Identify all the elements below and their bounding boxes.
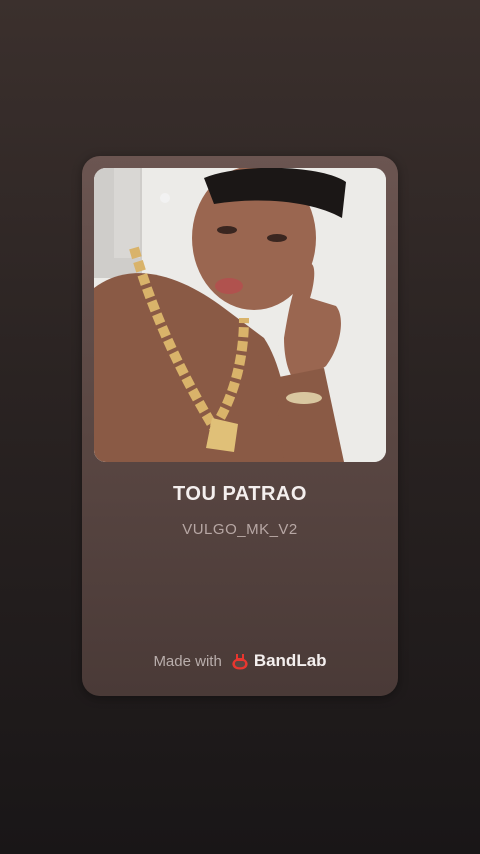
made-with-bandlab[interactable]: Made with BandLab [82, 651, 398, 671]
bandlab-brand-name: BandLab [253, 651, 327, 670]
cover-artwork [94, 168, 386, 462]
artist-name[interactable]: VULGO_MK_V2 [82, 521, 398, 538]
track-title: TOU PATRAO [173, 483, 307, 505]
bandlab-logo-icon [232, 654, 248, 670]
track-card[interactable]: TOU PATRAO VULGO_MK_V2 Made with BandLab [82, 156, 398, 696]
cover-artwork-photo [94, 168, 386, 462]
bandlab-brand[interactable]: BandLab [230, 651, 327, 671]
made-with-label: Made with [153, 652, 222, 670]
